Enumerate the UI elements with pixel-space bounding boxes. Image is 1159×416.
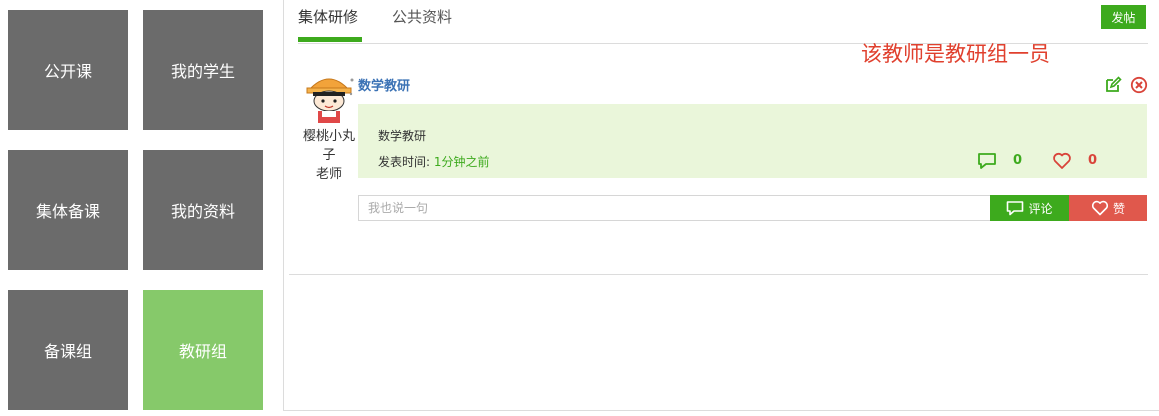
avatar xyxy=(303,70,357,126)
like-button[interactable]: 赞 xyxy=(1069,195,1147,221)
heart-icon xyxy=(1091,200,1109,216)
author-name: 樱桃小丸子 xyxy=(302,129,355,163)
post-body: 数学教研 发表时间: 1分钟之前 0 0 xyxy=(358,104,1147,178)
edit-icon[interactable] xyxy=(1104,76,1122,94)
tile-public-class[interactable]: 公开课 xyxy=(8,10,128,130)
tab-collective-study[interactable]: 集体研修 xyxy=(298,6,358,27)
comment-count: 0 xyxy=(1013,153,1023,168)
tile-collective-prep[interactable]: 集体备课 xyxy=(8,150,128,270)
tab-public-materials[interactable]: 公共资料 xyxy=(392,6,452,27)
comment-button-label: 评论 xyxy=(1028,201,1053,216)
post-time: 发表时间: 1分钟之前 xyxy=(378,153,490,170)
like-count-icon xyxy=(1052,151,1072,171)
tile-prep-group[interactable]: 备课组 xyxy=(8,290,128,410)
author-role: 老师 xyxy=(315,167,342,182)
post-time-value: 1分钟之前 xyxy=(433,155,490,169)
post-time-label: 发表时间: xyxy=(378,155,434,169)
main-panel: 集体研修 公共资料 发帖 该教师是教研组一员 樱桃小丸子 老师 数学教研 数学教… xyxy=(283,0,1159,411)
comment-input[interactable] xyxy=(358,195,990,221)
comment-count-icon xyxy=(977,151,997,171)
post-content: 数学教研 xyxy=(378,129,427,143)
annotation-text: 该教师是教研组一员 xyxy=(861,42,1050,66)
active-tab-indicator xyxy=(298,37,362,42)
tile-my-students[interactable]: 我的学生 xyxy=(143,10,263,130)
comment-button[interactable]: 评论 xyxy=(990,195,1069,221)
post-author: 樱桃小丸子 老师 xyxy=(298,127,360,184)
comment-icon xyxy=(1007,201,1024,216)
delete-icon[interactable] xyxy=(1130,76,1148,94)
tile-my-materials[interactable]: 我的资料 xyxy=(143,150,263,270)
like-count: 0 xyxy=(1088,153,1098,168)
new-post-button[interactable]: 发帖 xyxy=(1101,5,1146,29)
cartoon-girl-icon xyxy=(303,70,357,126)
like-button-label: 赞 xyxy=(1112,201,1125,216)
post-title[interactable]: 数学教研 xyxy=(358,75,410,94)
post-separator xyxy=(289,274,1148,275)
tile-research-group[interactable]: 教研组 xyxy=(143,290,263,410)
